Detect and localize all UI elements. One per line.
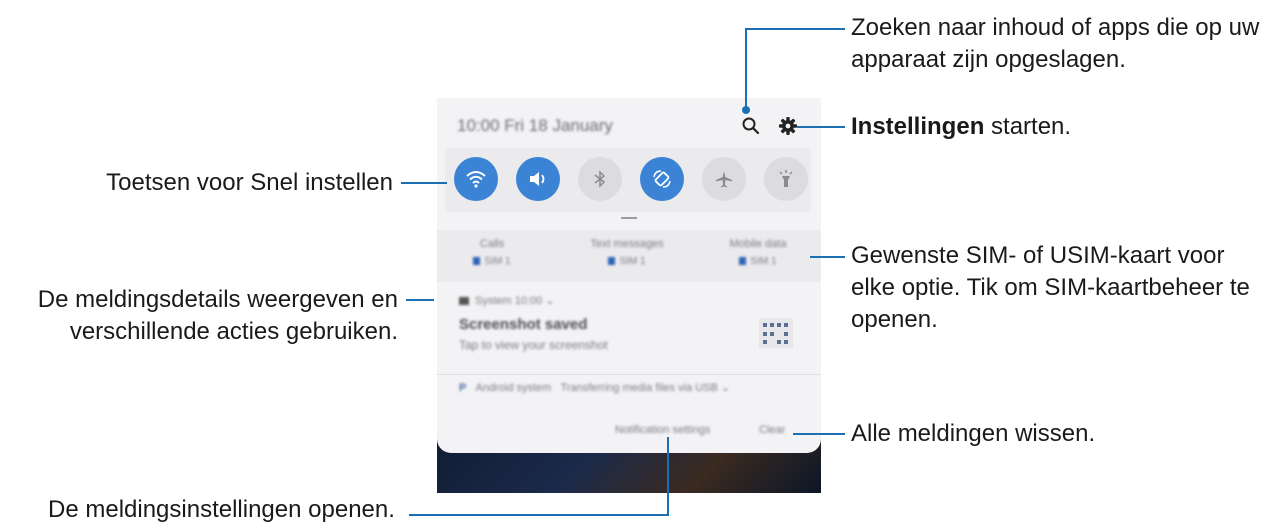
wifi-toggle[interactable] [454,157,498,201]
callout-line-settings [797,126,845,128]
clear-button[interactable]: Clear [759,424,785,436]
callout-notification-settings: De meldingsinstellingen openen. [48,496,395,523]
callout-line-notif-settings [667,437,669,516]
flashlight-toggle[interactable] [764,157,808,201]
notification-android-system[interactable]: P Android system Transferring media file… [459,381,730,394]
airplane-icon [716,171,732,188]
notification-actions-bar: Notification settings Clear [437,418,821,448]
callout-line-notif-settings [409,514,669,516]
sim-card-selector[interactable]: Calls SIM 1 Text messages SIM 1 Mobile d… [437,230,821,282]
bluetooth-icon [594,170,606,188]
auto-rotate-toggle[interactable] [640,157,684,201]
callout-settings: Instellingen starten. [851,113,1072,140]
callout-clear: Alle meldingen wissen. [851,420,1096,447]
sim-option-mobile-data[interactable]: Mobile data SIM 1 [713,238,803,267]
callout-quick-settings: Toetsen voor Snel instellen [106,169,393,196]
callout-details: De meldingsdetails weergeven en verschil… [37,286,398,345]
notification-panel: 10:00 Fri 18 January Calls SIM 1 Text me… [437,98,821,453]
panel-drag-handle[interactable] [621,217,637,219]
notification-title: Screenshot saved [459,316,588,333]
callout-line-quick [401,182,447,184]
image-icon [459,297,469,306]
notification-settings-button[interactable]: Notification settings [615,424,710,436]
sound-toggle[interactable] [516,157,560,201]
callout-line-search [745,28,747,110]
quick-settings-row [445,148,811,212]
callout-line-details [406,299,434,301]
notification-subtitle: Tap to view your screenshot [459,338,608,352]
auto-rotate-icon [653,170,671,188]
sim-option-calls[interactable]: Calls SIM 1 [447,238,537,267]
search-icon[interactable] [741,116,761,136]
wifi-icon [466,171,486,188]
android-system-icon: P [459,382,467,394]
screenshot-thumbnail [759,318,793,348]
notification-app-name: System 10:00 ⌄ [459,294,555,307]
gear-icon[interactable] [778,116,798,136]
sound-icon [530,172,545,186]
callout-search: Zoeken naar inhoud of apps die op uw app… [851,14,1260,73]
airplane-toggle[interactable] [702,157,746,201]
divider [437,374,821,375]
callout-sim: Gewenste SIM- of USIM-kaart voor elke op… [851,242,1250,333]
callout-line-clear [793,433,845,435]
sim-option-text-messages[interactable]: Text messages SIM 1 [582,238,672,267]
callout-dot-search [742,106,750,114]
callout-line-search [745,28,845,30]
bluetooth-toggle[interactable] [578,157,622,201]
notification-panel-screenshot: 10:00 Fri 18 January Calls SIM 1 Text me… [437,98,821,493]
flashlight-icon [779,170,793,187]
callout-line-sim [810,256,845,258]
status-time: 10:00 Fri 18 January [457,116,613,135]
notification-screenshot[interactable]: System 10:00 ⌄ Screenshot saved Tap to v… [437,288,821,373]
